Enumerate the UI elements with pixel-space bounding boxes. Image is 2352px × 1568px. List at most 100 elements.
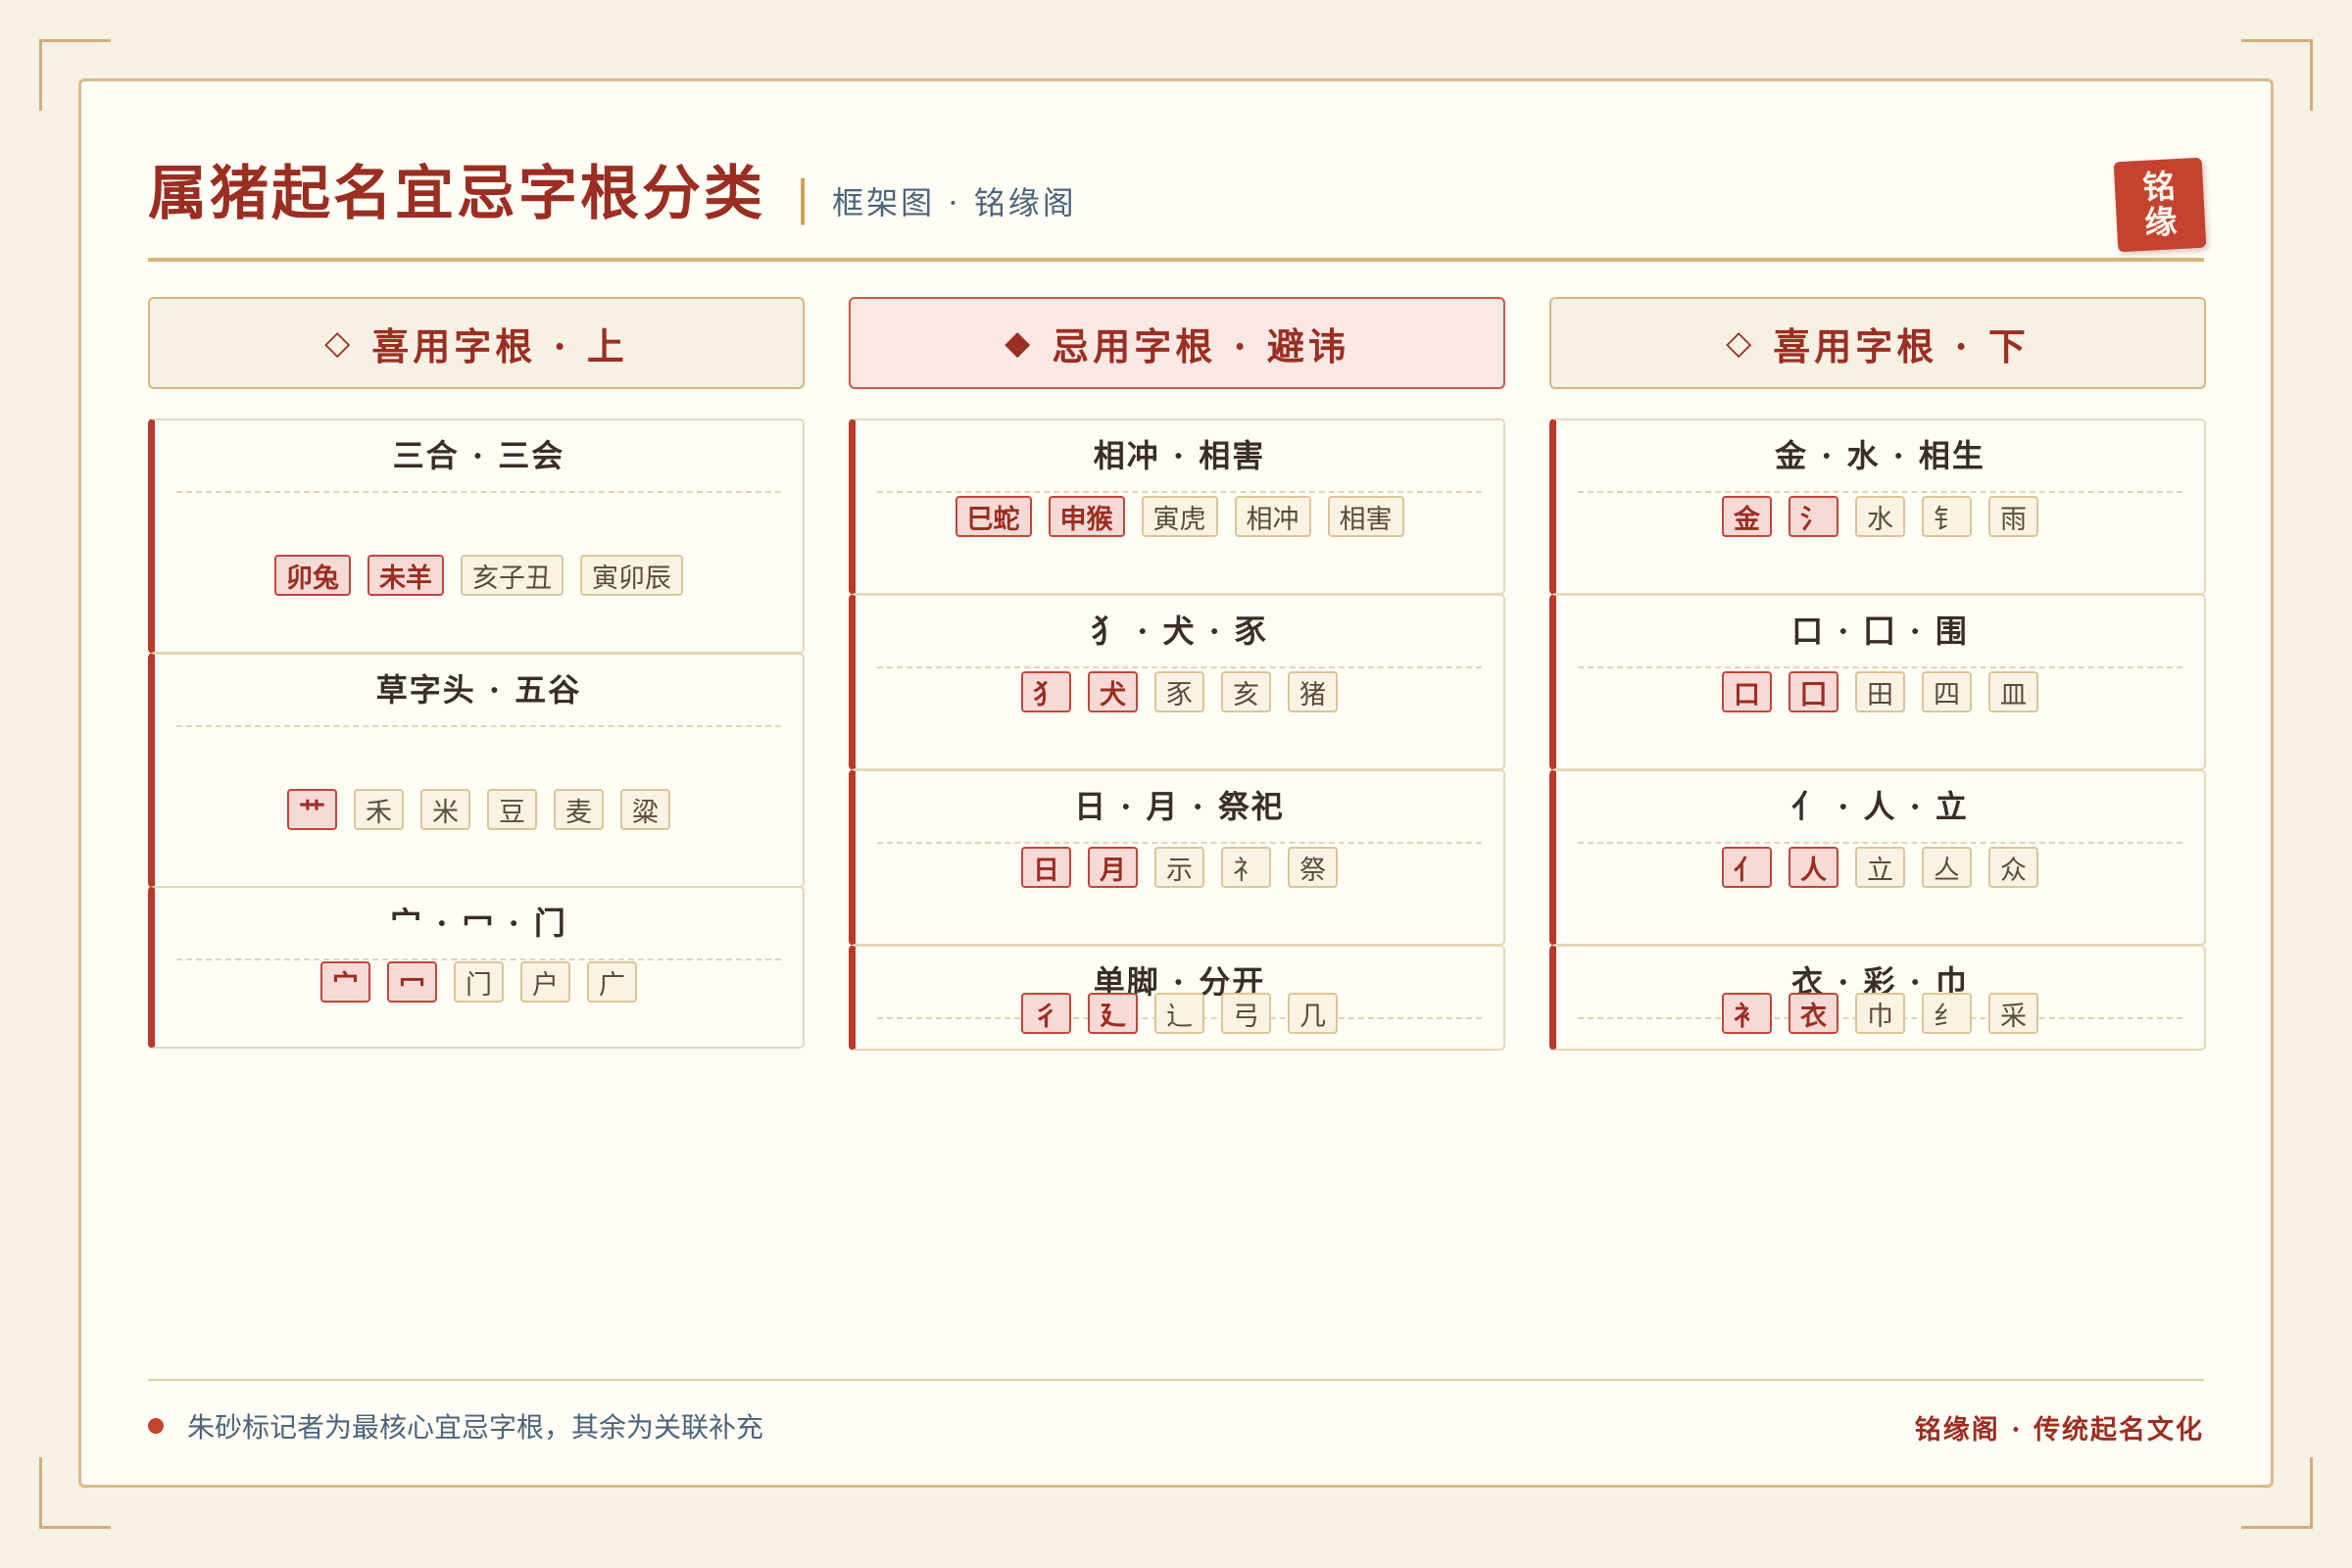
card-title: 三合 · 三会 [176,420,781,493]
related-radical-chip: 猪 [1288,671,1338,712]
legend-note-text: 朱砂标记者为最核心宜忌字根，其余为关联补充 [187,1411,764,1444]
card-title: 亻 · 人 · 立 [1578,771,2182,844]
chip-row: 亻人立亼众 [1556,847,2204,888]
chip-row: 艹禾米豆麦粱 [155,789,803,830]
radical-card: 衣 · 彩 · 巾衤衣巾纟采 [1549,945,2206,1051]
column-heading-text: 忌用字根 · 避讳 [1052,323,1349,368]
core-radical-chip: 巳蛇 [955,496,1032,537]
column-favorable-lower: ◇ 喜用字根 · 下金 · 水 · 相生金氵水钅雨口 · 囗 · 围口囗田四皿亻 … [1549,297,2206,1051]
related-radical-chip: 亼 [1922,847,1972,888]
related-radical-chip: 米 [420,789,470,830]
related-radical-chip: 巾 [1855,993,1905,1034]
related-radical-chip: 弓 [1221,993,1271,1034]
related-radical-chip: 相冲 [1234,496,1311,537]
core-radical-chip: 犬 [1088,671,1138,712]
chip-row: 金氵水钅雨 [1556,496,2204,537]
card-list: 三合 · 三会卯兔 未羊 亥子丑 寅卯辰草字头 · 五谷艹禾米豆麦粱宀 · 冖 · 门… [148,418,805,1357]
core-radical-chip: 囗 [1788,671,1838,712]
related-radical-chip: 粱 [620,789,670,830]
card-list: 金 · 水 · 相生金氵水钅雨口 · 囗 · 围口囗田四皿亻 · 人 · 立亻人… [1549,418,2206,1357]
related-radical-chip: 广 [587,961,637,1003]
footer: 朱砂标记者为最核心宜忌字根，其余为关联补充 铭缘阁 · 传统起名文化 [148,1379,2204,1485]
header: 属猪起名宜忌字根分类 | 框架图 · 铭缘阁 铭缘 [148,140,2207,262]
core-radical-chip: 衤 [1722,993,1772,1034]
core-radical-chip: 宀 [320,961,370,1003]
chip-row: 巳蛇 申猴 寅虎 相冲 相害 [856,496,1503,537]
chip-row: 宀冖门户广 [155,961,803,1003]
related-radical-chip: 豆 [487,789,537,830]
related-radical-chip: 几 [1288,993,1338,1034]
related-radical-chip: 四 [1922,671,1972,712]
legend-note: 朱砂标记者为最核心宜忌字根，其余为关联补充 [148,1406,763,1446]
radical-card: 犭 · 犬 · 豕犭犬豕亥猪 [849,594,1505,770]
related-radical-chip: 户 [520,961,570,1003]
core-radical-chip: 彳 [1021,993,1071,1034]
related-radical-chip: 皿 [1988,671,2038,712]
card-title: 宀 · 冖 · 门 [176,888,781,960]
related-radical-chip: 田 [1855,671,1905,712]
related-radical-chip: 钅 [1922,496,1972,537]
chip-row: 衤衣巾纟采 [1556,993,2204,1034]
core-radical-chip: 氵 [1788,496,1838,537]
card-title: 草字头 · 五谷 [176,655,781,727]
related-radical-chip: 采 [1988,993,2038,1034]
core-radical-chip: 亻 [1722,847,1772,888]
column-avoid: ◆ 忌用字根 · 避讳 相冲 · 相害 巳蛇 申猴 寅虎 相冲 相害犭 · 犬 · 豕犭犬豕亥… [849,297,1505,1051]
core-radical-chip: 卯兔 [274,555,351,596]
related-radical-chip: 众 [1988,847,2038,888]
chip-row: 口囗田四皿 [1556,671,2204,712]
related-radical-chip: 纟 [1922,993,1972,1034]
radical-card: 亻 · 人 · 立亻人立亼众 [1549,769,2206,946]
column-heading: ◇ 喜用字根 · 上 [148,297,805,389]
title-separator: | [795,171,811,225]
related-radical-chip: 立 [1855,847,1905,888]
core-radical-chip: 人 [1788,847,1838,888]
cinnabar-dot-icon [148,1418,164,1434]
page-title: 属猪起名宜忌字根分类 [148,160,765,228]
chip-row: 日月示礻祭 [856,847,1503,888]
chip-row: 卯兔 未羊 亥子丑 寅卯辰 [155,555,803,596]
radical-card: 三合 · 三会卯兔 未羊 亥子丑 寅卯辰 [148,418,805,654]
related-radical-chip: 禾 [354,789,404,830]
column-heading-text: 喜用字根 · 下 [1773,323,2030,368]
related-radical-chip: 亥 [1221,671,1271,712]
core-radical-chip: 金 [1722,496,1772,537]
chip-row: 彳廴辶弓几 [856,993,1503,1034]
related-radical-chip: 寅卯辰 [580,555,683,596]
related-radical-chip: 祭 [1288,847,1338,888]
radical-card: 相冲 · 相害 巳蛇 申猴 寅虎 相冲 相害 [849,418,1505,595]
column-heading: ◇ 喜用字根 · 下 [1549,297,2206,389]
related-radical-chip: 水 [1855,496,1905,537]
diagram-frame: 属猪起名宜忌字根分类 | 框架图 · 铭缘阁 铭缘 ◇ 喜用字根 · 上三合 · … [78,78,2274,1488]
core-radical-chip: 未羊 [368,555,444,596]
radical-card: 宀 · 冖 · 门宀冖门户广 [148,886,805,1049]
related-radical-chip: 麦 [554,789,604,830]
column-heading: ◆ 忌用字根 · 避讳 [849,297,1505,389]
page-subtitle: 框架图 · 铭缘阁 [832,184,1077,221]
filled-diamond-icon: ◆ [1004,323,1035,363]
card-title: 金 · 水 · 相生 [1578,420,2182,493]
card-title: 犭 · 犬 · 豕 [877,596,1482,668]
related-radical-chip: 豕 [1154,671,1204,712]
core-radical-chip: 日 [1021,847,1071,888]
related-radical-chip: 门 [454,961,504,1003]
related-radical-chip: 亥子丑 [461,555,564,596]
related-radical-chip: 雨 [1988,496,2038,537]
related-radical-chip: 寅虎 [1141,496,1218,537]
title-row: 属猪起名宜忌字根分类 | 框架图 · 铭缘阁 [148,146,2204,231]
card-title: 相冲 · 相害 [877,420,1482,493]
column-heading-text: 喜用字根 · 上 [371,323,628,368]
outline-diamond-icon: ◇ [324,323,355,363]
column-favorable-upper: ◇ 喜用字根 · 上三合 · 三会卯兔 未羊 亥子丑 寅卯辰草字头 · 五谷艹禾米豆麦粱… [148,297,805,1049]
core-radical-chip: 申猴 [1048,496,1125,537]
outline-diamond-icon: ◇ [1726,323,1756,363]
related-radical-chip: 相害 [1327,496,1404,537]
core-radical-chip: 衣 [1788,993,1838,1034]
chip-row: 犭犬豕亥猪 [856,671,1503,712]
card-title: 口 · 囗 · 围 [1578,596,2182,668]
radical-card: 口 · 囗 · 围口囗田四皿 [1549,594,2206,770]
radical-card: 金 · 水 · 相生金氵水钅雨 [1549,418,2206,595]
related-radical-chip: 示 [1154,847,1204,888]
footer-brand: 铭缘阁 · 传统起名文化 [1914,1415,2204,1446]
core-radical-chip: 口 [1722,671,1772,712]
